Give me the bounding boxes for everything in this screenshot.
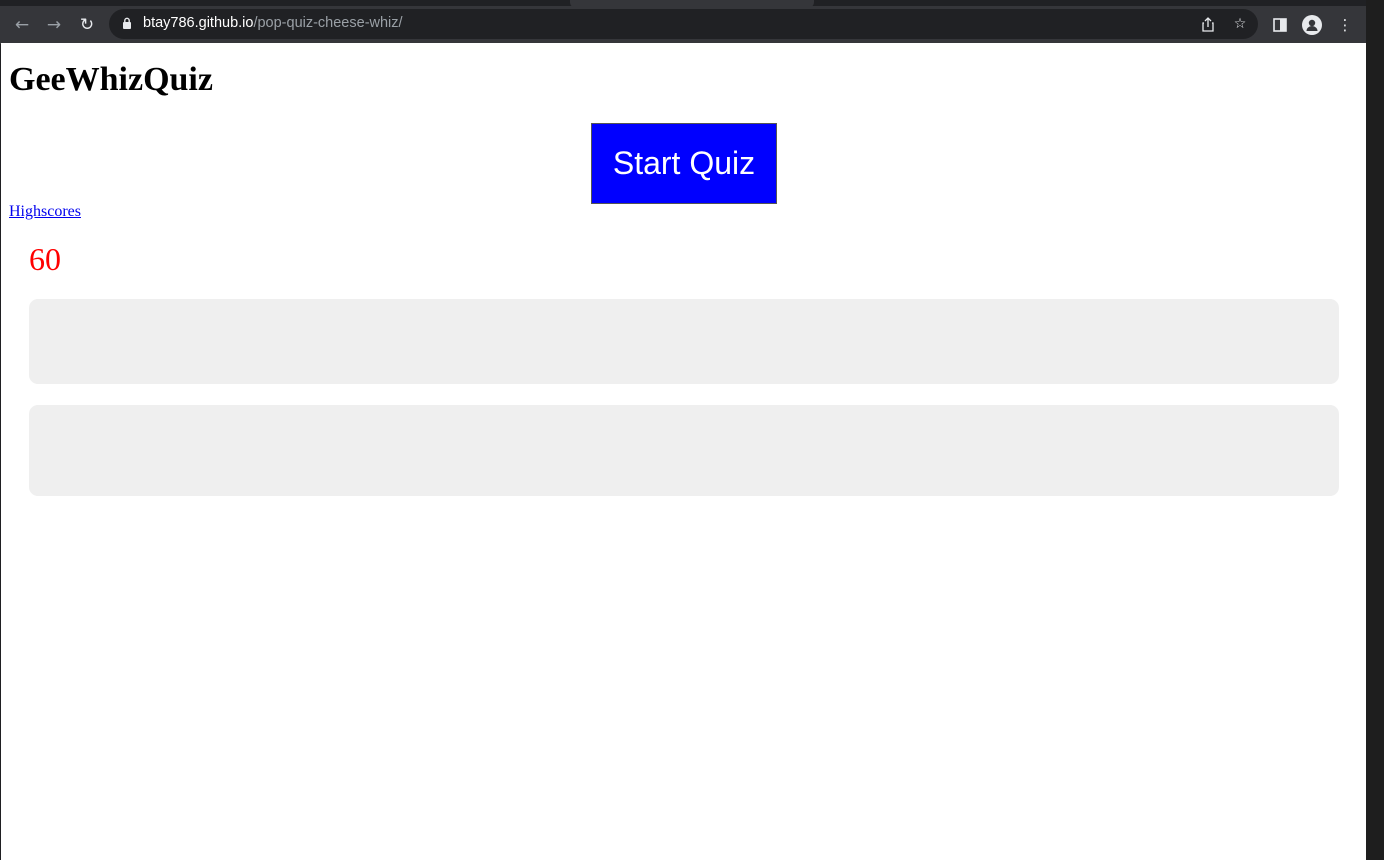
highscores-link[interactable]: Highscores <box>9 203 81 221</box>
lock-icon[interactable] <box>122 17 132 30</box>
back-icon[interactable]: ← <box>9 12 35 38</box>
url-host: btay786.github.io <box>143 15 254 31</box>
menu-icon[interactable]: ⋮ <box>1334 14 1356 36</box>
forward-icon[interactable]: → <box>41 12 67 38</box>
page-title: GeeWhizQuiz <box>9 61 213 98</box>
start-quiz-button[interactable]: Start Quiz <box>591 123 777 204</box>
profile-icon[interactable] <box>1301 14 1323 36</box>
bookmark-star-icon[interactable]: ☆ <box>1231 15 1249 33</box>
background-window-edge <box>1366 0 1384 860</box>
question-card <box>29 299 1339 384</box>
url-text[interactable]: btay786.github.io/pop-quiz-cheese-whiz/ <box>143 15 403 31</box>
url-path: /pop-quiz-cheese-whiz/ <box>253 15 403 31</box>
side-panel-icon[interactable] <box>1269 14 1291 36</box>
reload-icon[interactable]: ↻ <box>74 12 100 38</box>
browser-toolbar: ← → ↻ btay786.github.io/pop-quiz-cheese-… <box>0 6 1366 44</box>
answer-card <box>29 405 1339 496</box>
address-bar[interactable]: btay786.github.io/pop-quiz-cheese-whiz/ … <box>109 9 1258 39</box>
page-viewport: GeeWhizQuiz Start Quiz Highscores 60 <box>1 43 1366 860</box>
timer-display: 60 <box>29 241 61 277</box>
share-icon[interactable] <box>1199 15 1217 33</box>
